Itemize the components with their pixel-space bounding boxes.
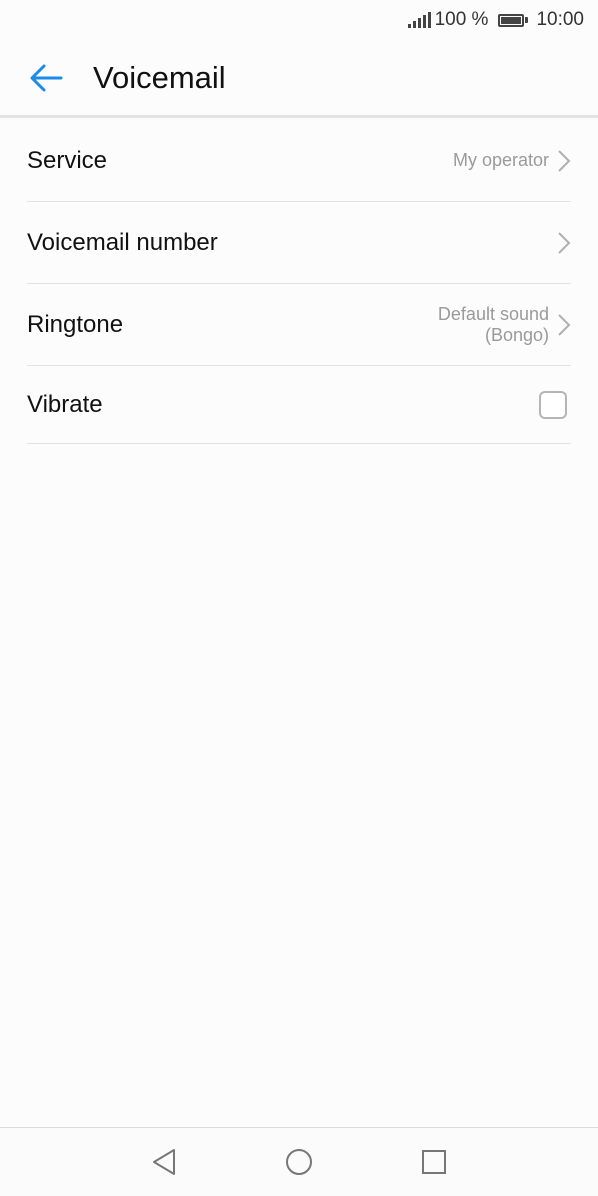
nav-back-button[interactable] [144, 1142, 184, 1182]
screen: 100 % 10:00 Voicemail Service My operato… [0, 0, 598, 1196]
service-row[interactable]: Service My operator [27, 120, 571, 202]
nav-back-icon [153, 1149, 175, 1175]
battery-percent: 100 % [434, 9, 489, 30]
signal-icon [407, 12, 431, 28]
settings-list: Service My operator Voicemail number Rin… [27, 120, 571, 444]
nav-recents-icon [422, 1150, 446, 1174]
chevron-right-icon [557, 149, 571, 173]
ringtone-value-line2: (Bongo) [484, 324, 549, 345]
clock: 10:00 [536, 9, 584, 30]
voicemail-number-right [549, 231, 571, 255]
ringtone-value-line1: Default sound [437, 303, 549, 324]
back-button[interactable] [26, 58, 66, 98]
chevron-right-icon [557, 313, 571, 337]
navigation-bar [0, 1127, 598, 1196]
nav-recents-button[interactable] [414, 1142, 454, 1182]
service-right: My operator [453, 149, 571, 173]
nav-home-button[interactable] [279, 1142, 319, 1182]
ringtone-value: Default sound (Bongo) [438, 304, 549, 346]
page-title: Voicemail [93, 59, 226, 95]
vibrate-label: Vibrate [27, 390, 103, 418]
chevron-right-icon [557, 231, 571, 255]
ringtone-label: Ringtone [27, 310, 124, 338]
vibrate-row[interactable]: Vibrate [27, 366, 571, 444]
ringtone-right: Default sound (Bongo) [438, 304, 571, 346]
nav-home-icon [286, 1149, 312, 1175]
battery-icon [498, 13, 529, 27]
voicemail-number-row[interactable]: Voicemail number [27, 202, 571, 284]
ringtone-row[interactable]: Ringtone Default sound (Bongo) [27, 284, 571, 366]
service-label: Service [27, 146, 108, 174]
back-arrow-icon [30, 64, 63, 91]
service-value: My operator [452, 150, 549, 170]
status-bar: 100 % 10:00 [0, 0, 598, 40]
voicemail-number-label: Voicemail number [27, 228, 218, 256]
app-bar: Voicemail [0, 40, 598, 118]
vibrate-checkbox[interactable] [539, 390, 567, 419]
